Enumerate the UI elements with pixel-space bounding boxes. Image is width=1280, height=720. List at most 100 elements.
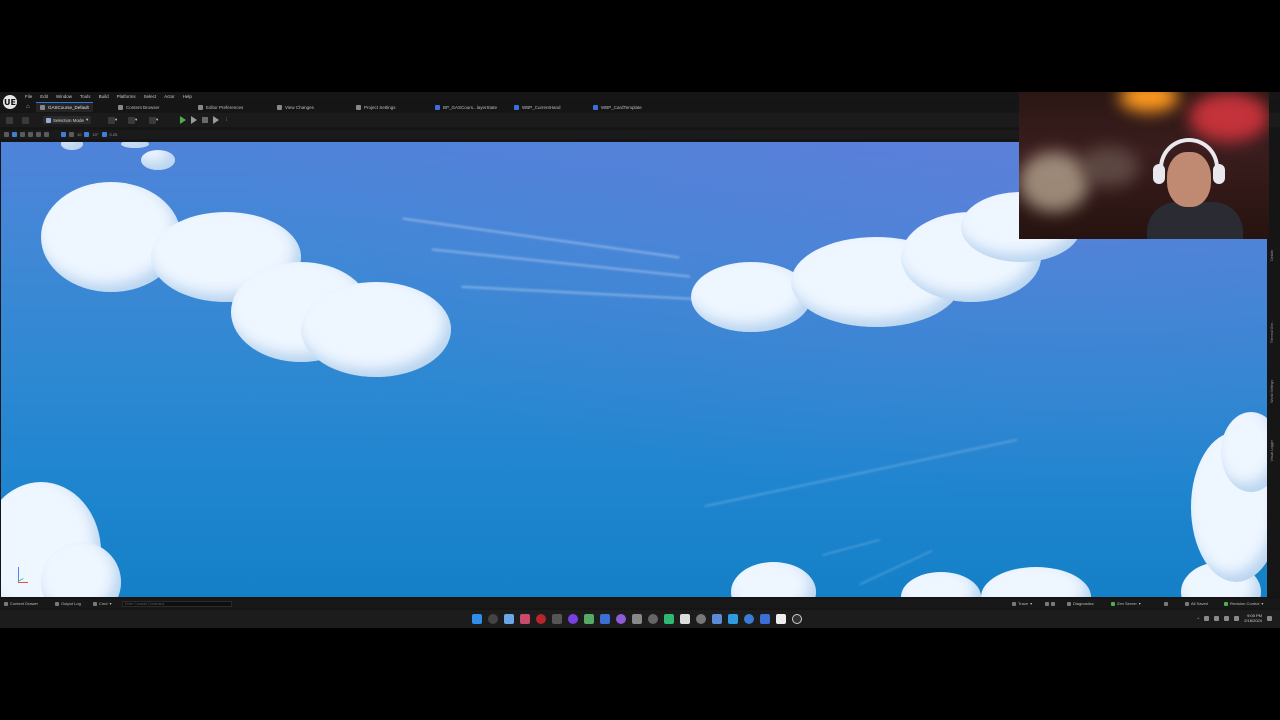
- save-button[interactable]: [6, 116, 13, 124]
- chevron-down-icon: ▾: [1261, 601, 1264, 606]
- kebab-menu-icon: ⋮: [224, 117, 229, 122]
- blueprint-menu-icon: [128, 116, 135, 124]
- recorder-icon[interactable]: [536, 614, 546, 624]
- scale-snap-value[interactable]: 0.25: [110, 132, 118, 137]
- console-input[interactable]: Enter Console Command: [122, 600, 232, 607]
- viewport-options-icon[interactable]: [4, 132, 9, 137]
- launch-button[interactable]: [213, 116, 219, 124]
- status-bar: Content Drawer Output Log Cmd ▾ Enter Co…: [0, 599, 1280, 608]
- stop-button[interactable]: [202, 116, 208, 124]
- tab-bp-player-state[interactable]: BP_GASCours...layerState: [431, 102, 501, 112]
- notepad-icon[interactable]: [776, 614, 786, 624]
- menu-edit[interactable]: Edit: [40, 93, 48, 100]
- step-button[interactable]: [191, 116, 197, 124]
- menu-actor[interactable]: Actor: [164, 93, 175, 100]
- selection-mode-label: Selection Mode: [53, 117, 85, 123]
- menu-platforms[interactable]: Platforms: [117, 93, 136, 100]
- menu-build[interactable]: Build: [99, 93, 109, 100]
- world-settings-tab[interactable]: World Settings: [1270, 380, 1274, 403]
- notes-icon[interactable]: [584, 614, 594, 624]
- tab-project-settings[interactable]: Project Settings: [352, 102, 400, 112]
- scale-tool-icon[interactable]: [36, 132, 41, 137]
- select-tool-icon[interactable]: [12, 132, 17, 137]
- zen-server-button[interactable]: Zen Server ▾: [1111, 600, 1141, 607]
- menu-select[interactable]: Select: [144, 93, 157, 100]
- menu-window[interactable]: Window: [56, 93, 72, 100]
- scale-snap-icon[interactable]: [101, 132, 107, 137]
- diagnostics-label: Diagnostics: [1073, 601, 1094, 606]
- coordinate-space-icon[interactable]: [44, 132, 49, 137]
- search-icon[interactable]: [488, 614, 498, 624]
- window-icon[interactable]: [680, 614, 690, 624]
- record-buttons[interactable]: [1045, 600, 1055, 607]
- menu-file[interactable]: File: [25, 93, 32, 100]
- grid-snap-icon[interactable]: [69, 132, 74, 137]
- clock[interactable]: 9:05 PM 2/18/2024: [1244, 613, 1262, 623]
- tab-wbp-current-hand[interactable]: WBP_CurrentHand: [510, 102, 565, 112]
- speaker-icon[interactable]: [1204, 615, 1210, 621]
- console-command-field[interactable]: Enter Console Command: [122, 600, 232, 607]
- rotation-snap-value[interactable]: 10°: [92, 132, 98, 137]
- grid-snap-value[interactable]: 10: [77, 132, 81, 137]
- blueprints-button[interactable]: ▾: [128, 116, 137, 124]
- terminal-icon[interactable]: [552, 614, 562, 624]
- chevron-down-icon: ▾: [115, 117, 118, 122]
- network-icon[interactable]: [1224, 615, 1230, 621]
- diagnostics-button[interactable]: Diagnostics: [1067, 600, 1094, 607]
- media-icon[interactable]: [648, 614, 658, 624]
- more-options-button[interactable]: ⋮: [224, 116, 229, 124]
- rider-icon[interactable]: [520, 614, 530, 624]
- browse-button[interactable]: [22, 116, 29, 124]
- visual-logger-tab[interactable]: Visual Logger: [1270, 440, 1274, 461]
- home-tab[interactable]: ⌂: [22, 102, 34, 112]
- revision-control-button[interactable]: Revision Control ▾: [1224, 600, 1263, 607]
- menu-help[interactable]: Help: [183, 93, 192, 100]
- discord-icon[interactable]: [712, 614, 722, 624]
- volume-icon[interactable]: [1234, 615, 1240, 621]
- settings-icon[interactable]: [696, 614, 706, 624]
- details-tab[interactable]: Details: [1270, 250, 1274, 261]
- steam-icon-2[interactable]: [760, 614, 770, 624]
- cmd-dropdown[interactable]: Cmd ▾: [93, 600, 111, 607]
- content-drawer-button[interactable]: Content Drawer: [4, 600, 38, 607]
- rotation-snap-icon[interactable]: [84, 132, 90, 137]
- notification-icon[interactable]: [1267, 615, 1272, 621]
- tab-wbp-card-template[interactable]: WBP_CardTemplate: [589, 102, 646, 112]
- app-icon-blue[interactable]: [728, 614, 738, 624]
- unreal-editor-taskbar-icon[interactable]: [792, 614, 802, 624]
- menu-tools[interactable]: Tools: [80, 93, 91, 100]
- language-icon[interactable]: [1214, 615, 1220, 621]
- thermal-tab[interactable]: Thermal Ove...: [1270, 320, 1274, 343]
- output-log-button[interactable]: Output Log: [55, 600, 81, 607]
- windows-start-icon[interactable]: [472, 614, 482, 624]
- terminal-icon: [93, 601, 97, 606]
- tab-content-browser[interactable]: Content Browser: [114, 102, 164, 112]
- headset-icon: [1159, 138, 1219, 168]
- unreal-taskbar-icon[interactable]: [744, 614, 754, 624]
- tab-editor-preferences[interactable]: Editor Preferences: [194, 102, 247, 112]
- add-content-button[interactable]: ▾: [108, 116, 117, 124]
- play-button[interactable]: [180, 116, 186, 124]
- visual-studio-icon[interactable]: [504, 614, 514, 624]
- tab-label: Editor Preferences: [206, 104, 244, 110]
- unreal-logo-icon[interactable]: UE: [3, 95, 17, 109]
- surface-snap-icon[interactable]: [61, 132, 66, 137]
- selection-mode-dropdown[interactable]: Selection Mode ▾: [43, 116, 92, 124]
- tab-label: WBP_CardTemplate: [601, 104, 642, 110]
- files-icon[interactable]: [632, 614, 642, 624]
- tab-level[interactable]: GASCourse_Default: [36, 102, 93, 112]
- spotify-icon[interactable]: [664, 614, 674, 624]
- app-icon[interactable]: [568, 614, 578, 624]
- source-control-indicator[interactable]: [1164, 600, 1168, 607]
- cinematics-button[interactable]: ▾: [149, 116, 158, 124]
- all-saved-indicator[interactable]: All Saved: [1185, 600, 1208, 607]
- translate-tool-icon[interactable]: [20, 132, 25, 137]
- rotate-tool-icon[interactable]: [28, 132, 33, 137]
- chevron-down-icon: ▾: [156, 117, 159, 122]
- steam-icon[interactable]: [600, 614, 610, 624]
- tab-view-changes[interactable]: View Changes: [273, 102, 318, 112]
- chevron-up-icon[interactable]: ^: [1197, 616, 1199, 621]
- browser-icon[interactable]: [616, 614, 626, 624]
- trace-button[interactable]: Trace ▾: [1012, 600, 1032, 607]
- play-icon: [180, 116, 186, 124]
